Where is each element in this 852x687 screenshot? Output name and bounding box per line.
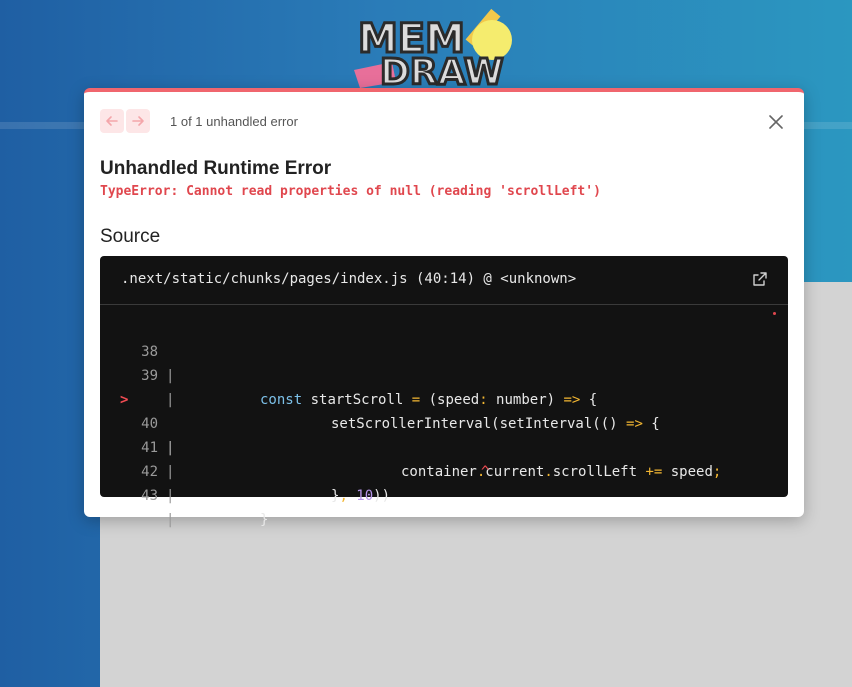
code-text: }, 10)) [331, 488, 391, 504]
code-line-highlighted: > 40 | container.current.scrollLeft += s… [100, 364, 788, 480]
code-line: 38 | const startScroll = (speed: number)… [100, 316, 788, 408]
code-frame: .next/static/chunks/pages/index.js (40:1… [100, 256, 788, 528]
memdraw-logo: MEM DRAW [354, 8, 512, 92]
error-overlay-dialog: 1 of 1 unhandled error Unhandled Runtime… [84, 88, 804, 528]
line-number: 43 [141, 488, 158, 504]
close-icon [769, 115, 783, 129]
arrow-right-icon [132, 116, 144, 126]
code-line: 42 | } [100, 436, 788, 528]
error-counter: 1 of 1 unhandled error [170, 114, 298, 129]
indicator-dot [773, 312, 776, 315]
external-link-icon[interactable] [752, 271, 768, 287]
close-button[interactable] [766, 112, 786, 132]
code-text: } [260, 512, 269, 528]
code-lines: 38 | const startScroll = (speed: number)… [100, 316, 788, 528]
code-line: | ^ [100, 388, 788, 480]
gutter-pipe: | [166, 512, 175, 528]
error-title: Unhandled Runtime Error [100, 158, 332, 179]
error-pagination [100, 109, 150, 133]
source-heading: Source [100, 226, 161, 247]
code-frame-header: .next/static/chunks/pages/index.js (40:1… [100, 256, 788, 305]
code-line: 41 | }, 10)) [100, 412, 788, 504]
previous-error-button[interactable] [100, 109, 124, 133]
code-line: 39 | setScrollerInterval(setInterval(() … [100, 340, 788, 432]
file-path-link[interactable]: .next/static/chunks/pages/index.js (40:1… [121, 271, 576, 287]
error-message: TypeError: Cannot read properties of nul… [100, 184, 601, 199]
logo-text-line2: DRAW [380, 52, 504, 92]
arrow-left-icon [106, 116, 118, 126]
code-line: 43 | [100, 460, 788, 528]
next-error-button[interactable] [126, 109, 150, 133]
